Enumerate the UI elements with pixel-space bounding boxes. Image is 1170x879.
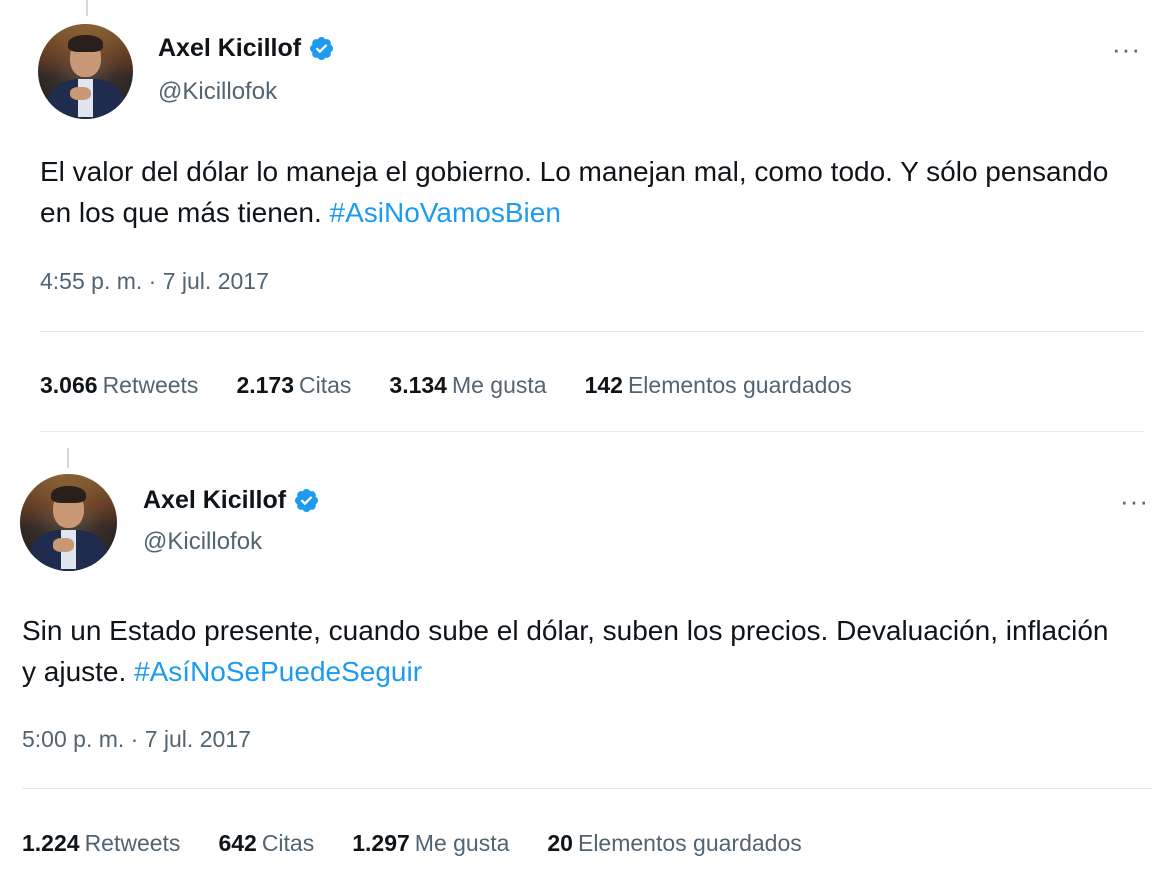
bookmarks-stat[interactable]: 20 Elementos guardados xyxy=(547,830,801,857)
tweet-card[interactable]: Axel Kicillof @Kicillofok ··· El valor d… xyxy=(0,0,1170,432)
tweet-timestamp[interactable]: 5:00 p. m. · 7 jul. 2017 xyxy=(22,726,251,753)
thread-line xyxy=(86,0,88,16)
author-handle[interactable]: @Kicillofok xyxy=(158,78,277,106)
retweets-stat[interactable]: 3.066 Retweets xyxy=(40,372,198,399)
tweet-stats: 1.224 Retweets 642 Citas 1.297 Me gusta 20 E… xyxy=(22,830,802,857)
avatar[interactable] xyxy=(20,474,117,571)
more-options-icon[interactable]: ··· xyxy=(1112,36,1141,62)
quotes-stat[interactable]: 2.173 Citas xyxy=(236,372,351,399)
verified-badge-icon xyxy=(310,36,334,61)
retweets-stat[interactable]: 1.224 Retweets xyxy=(22,830,180,857)
divider xyxy=(40,431,1144,432)
tweet-card[interactable]: Axel Kicillof @Kicillofok ··· Sin un Est… xyxy=(0,436,1170,879)
divider xyxy=(22,788,1152,789)
bookmarks-stat[interactable]: 142 Elementos guardados xyxy=(585,372,852,399)
author-name[interactable]: Axel Kicillof xyxy=(143,486,286,515)
hashtag-link[interactable]: #AsíNoSePuedeSeguir xyxy=(134,656,422,687)
likes-stat[interactable]: 1.297 Me gusta xyxy=(352,830,509,857)
tweet-text: Sin un Estado presente, cuando sube el d… xyxy=(22,610,1122,692)
divider xyxy=(40,331,1144,332)
tweet-body: El valor del dólar lo maneja el gobierno… xyxy=(40,156,1109,228)
thread-line xyxy=(67,448,69,468)
tweet-timestamp[interactable]: 4:55 p. m. · 7 jul. 2017 xyxy=(40,268,269,295)
more-options-icon[interactable]: ··· xyxy=(1120,488,1149,514)
hashtag-link[interactable]: #AsiNoVamosBien xyxy=(330,197,561,228)
likes-stat[interactable]: 3.134 Me gusta xyxy=(389,372,546,399)
author-name[interactable]: Axel Kicillof xyxy=(158,34,301,63)
avatar[interactable] xyxy=(38,24,133,119)
tweet-stats: 3.066 Retweets 2.173 Citas 3.134 Me gusta 1… xyxy=(40,372,852,399)
tweet-text: El valor del dólar lo maneja el gobierno… xyxy=(40,151,1130,233)
author-name-row: Axel Kicillof xyxy=(158,34,335,63)
verified-badge-icon xyxy=(295,488,319,513)
author-name-row: Axel Kicillof xyxy=(143,486,320,515)
author-handle[interactable]: @Kicillofok xyxy=(143,528,262,556)
quotes-stat[interactable]: 642 Citas xyxy=(218,830,314,857)
